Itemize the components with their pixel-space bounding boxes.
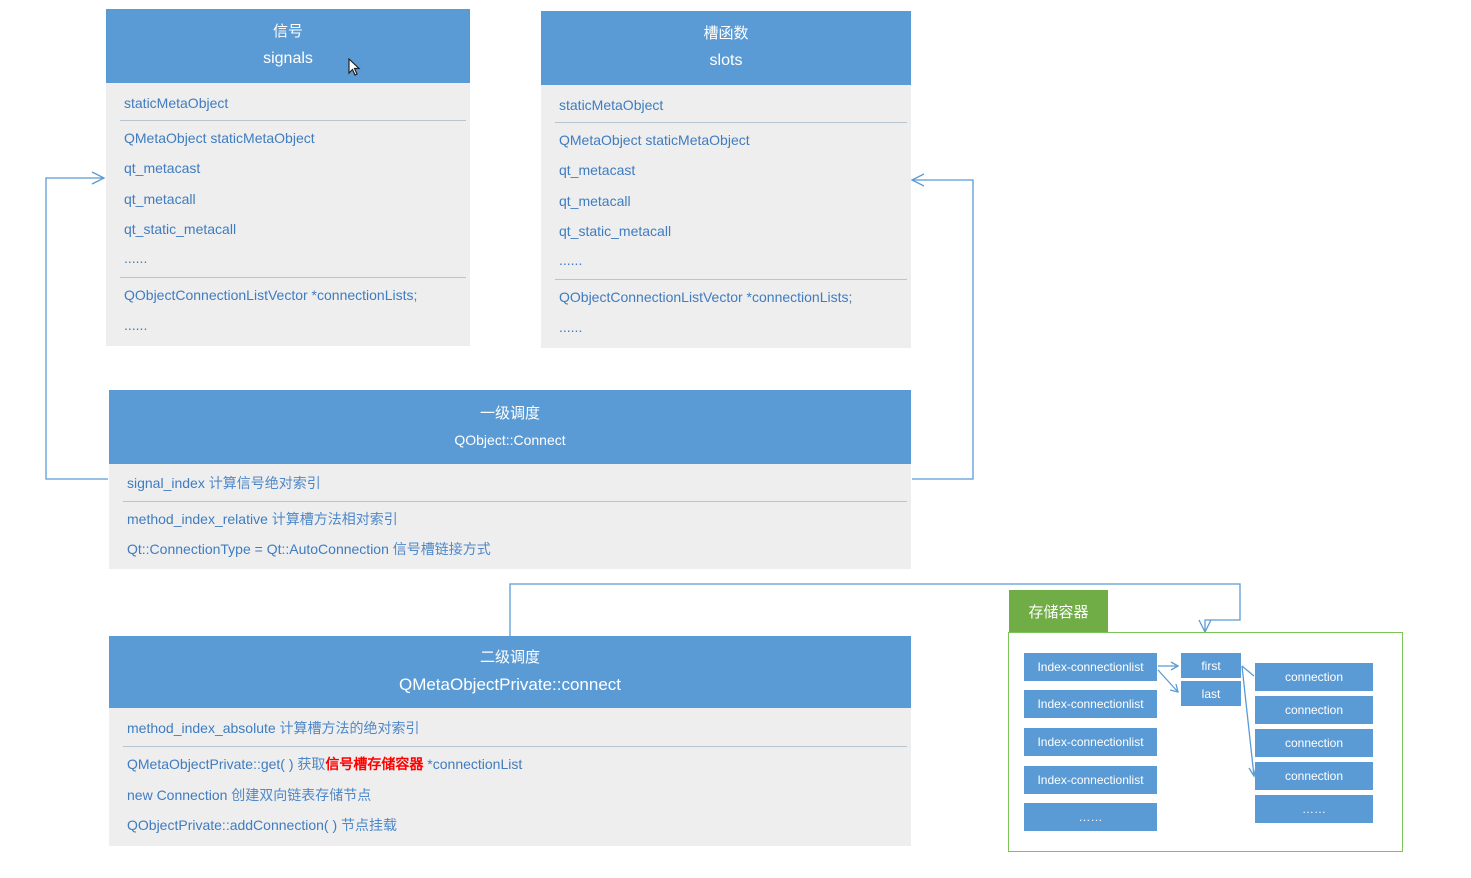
slots-row: ...... [559,319,583,335]
index-connectionlist-item: Index-connectionlist [1023,727,1158,757]
description-text: 计算槽方法的绝对索引 [275,720,420,736]
description-text: 节点挂载 [337,817,397,833]
signals-row: ...... [124,250,148,266]
level2-row: new Connection 创建双向链表存储节点 [127,786,371,804]
signals-row: qt_metacall [124,191,196,207]
divider [123,501,907,502]
level2-title-cn: 二级调度 [479,649,540,666]
level1-row: method_index_relative 计算槽方法相对索引 [127,510,398,528]
code-text: QObjectPrivate::addConnection( ) [127,817,338,833]
description-text: 获取 [297,756,326,772]
code-text: Qt::ConnectionType = Qt::AutoConnection [127,541,389,557]
divider [120,120,466,121]
level2-row: method_index_absolute 计算槽方法的绝对索引 [127,719,420,737]
level1-row: signal_index 计算信号绝对索引 [127,474,321,492]
level1-title-cn: 一级调度 [479,405,540,422]
divider [555,122,907,123]
connection-node: connection [1254,728,1374,758]
code-text: method_index_relative [127,511,268,527]
mouse-cursor-icon [348,58,361,76]
code-text: method_index_absolute [127,720,276,736]
connection-ellipsis: …… [1254,794,1374,824]
level2-dispatch-card: 二级调度 QMetaObjectPrivate::connect method_… [109,636,911,846]
signals-row: qt_static_metacall [124,221,237,237]
level2-row: QObjectPrivate::addConnection( ) 节点挂载 [127,816,397,834]
index-connectionlist-item: Index-connectionlist [1023,765,1158,795]
level2-title-en: QMetaObjectPrivate::connect [398,675,622,694]
divider [555,279,907,280]
signals-title-cn: 信号 [272,23,303,40]
connector-level2-to-storage [509,583,1241,636]
slots-header: 槽函数 slots [541,11,911,85]
slots-title-cn: 槽函数 [703,25,749,42]
index-connectionlist-item: Index-connectionlist [1023,689,1158,719]
slots-row: qt_metacast [559,162,636,178]
level1-header: 一级调度 QObject::Connect [109,390,911,464]
index-connectionlist-item: Index-connectionlist [1023,652,1158,682]
description-text: 计算信号绝对索引 [204,475,321,491]
connection-node: connection [1254,662,1374,692]
slots-row: QMetaObject staticMetaObject [559,132,750,148]
connection-node: connection [1254,695,1374,725]
level1-title-en: QObject::Connect [454,432,566,448]
level2-body: method_index_absolute 计算槽方法的绝对索引 QMetaOb… [109,708,911,846]
slots-body: staticMetaObject QMetaObject staticMetaO… [541,85,911,348]
arrowhead-slots [910,173,925,187]
last-pointer: last [1180,680,1242,707]
level1-dispatch-card: 一级调度 QObject::Connect signal_index 计算信号绝… [109,390,911,569]
connector-level1-to-signals [45,177,108,480]
level2-header: 二级调度 QMetaObjectPrivate::connect [109,636,911,708]
connection-node: connection [1254,761,1374,791]
signals-row: QMetaObject staticMetaObject [124,130,315,146]
signals-row: staticMetaObject [124,95,229,111]
signals-row: qt_metacast [124,160,201,176]
highlight-text: 信号槽存储容器 [325,756,424,772]
signals-row: ...... [124,317,148,333]
connector-level1-to-slots [912,179,974,480]
level1-body: signal_index 计算信号绝对索引 method_index_relat… [109,464,911,569]
divider [123,746,907,747]
signals-card: 信号 signals staticMetaObject QMetaObject … [106,9,470,346]
slots-row: QObjectConnectionListVector *connectionL… [559,289,853,305]
signals-title-en: signals [263,50,313,67]
slots-row: qt_metacall [559,193,631,209]
code-text: QMetaObjectPrivate::get( ) [127,756,298,772]
signals-body: staticMetaObject QMetaObject staticMetaO… [106,83,470,346]
index-connectionlist-ellipsis: …… [1023,802,1158,832]
level2-row: QMetaObjectPrivate::get( ) 获取信号槽存储容器 *co… [127,755,522,773]
code-text: signal_index [127,475,205,491]
signals-header: 信号 signals [106,9,470,83]
description-text: 信号槽链接方式 [388,541,491,557]
slots-row: staticMetaObject [559,97,664,113]
first-pointer: first [1180,652,1242,679]
description-text: 计算槽方法相对索引 [267,511,398,527]
slots-row: qt_static_metacall [559,223,672,239]
slots-row: ...... [559,252,583,268]
arrowhead-storage [1198,619,1212,634]
code-text: new Connection [127,787,228,803]
code-text: *connectionList [423,756,523,772]
description-text: 创建双向链表存储节点 [227,787,372,803]
level1-row: Qt::ConnectionType = Qt::AutoConnection … [127,540,491,558]
arrowhead-signals [91,171,106,185]
divider [120,277,466,278]
storage-container-label: 存储容器 [1009,590,1108,632]
slots-card: 槽函数 slots staticMetaObject QMetaObject s… [541,11,911,348]
slots-title-en: slots [709,52,743,69]
signals-row: QObjectConnectionListVector *connectionL… [124,287,418,303]
